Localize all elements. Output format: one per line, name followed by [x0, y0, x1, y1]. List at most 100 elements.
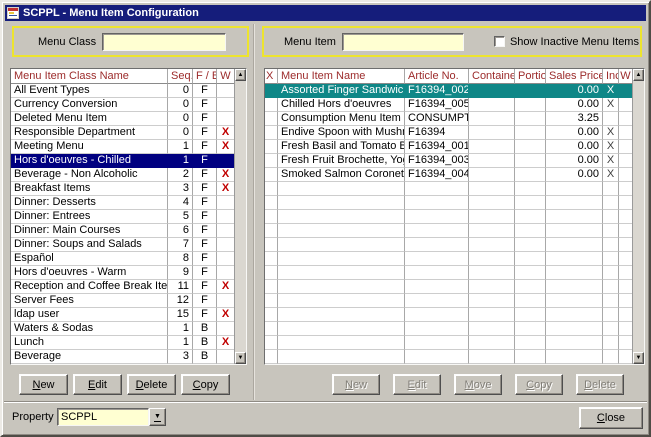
property-dropdown-button[interactable]: ▼ — [149, 408, 166, 426]
item-x-cell — [265, 336, 278, 350]
close-button[interactable]: Close — [579, 407, 643, 429]
item-portion-cell — [515, 266, 546, 280]
class-scroll-down-icon[interactable]: ▼ — [235, 352, 246, 364]
class-table-row[interactable]: All Event Types 0 F — [11, 84, 234, 98]
class-delete-button[interactable]: Delete — [127, 374, 176, 395]
class-w-cell — [217, 210, 234, 224]
class-scroll-up-icon[interactable]: ▲ — [235, 69, 246, 81]
class-table-row[interactable]: Dinner: Desserts 4 F — [11, 196, 234, 210]
item-table-row[interactable] — [265, 252, 632, 266]
class-table-body: All Event Types 0 F Currency Conversion … — [11, 84, 234, 364]
class-table-row[interactable]: Currency Conversion 0 F — [11, 98, 234, 112]
show-inactive-checkbox[interactable] — [494, 36, 505, 47]
item-table-row[interactable]: Smoked Salmon Coronet, Dill F16394_004 0… — [265, 168, 632, 182]
class-table-row[interactable]: Dinner: Entrees 5 F — [11, 210, 234, 224]
item-name-cell — [278, 266, 405, 280]
item-table-row[interactable] — [265, 210, 632, 224]
item-x-cell — [265, 140, 278, 154]
item-price-cell: 0.00 — [546, 168, 603, 182]
item-x-cell — [265, 350, 278, 364]
class-table-row[interactable]: Server Fees 12 F — [11, 294, 234, 308]
property-label: Property — [12, 411, 54, 423]
item-container-cell — [469, 224, 515, 238]
class-table-row[interactable]: Hors d'oeuvres - Chilled 1 F — [11, 154, 234, 168]
class-table-row[interactable]: Dinner: Soups and Salads 7 F — [11, 238, 234, 252]
item-scroll-up-icon[interactable]: ▲ — [633, 69, 644, 81]
item-col-inc: Inc — [603, 69, 619, 84]
item-price-cell — [546, 336, 603, 350]
class-edit-button[interactable]: Edit — [73, 374, 122, 395]
class-table-row[interactable]: Reception and Coffee Break Items 11 F X — [11, 280, 234, 294]
item-table-row[interactable]: Fresh Basil and Tomato Brusc F16394_001 … — [265, 140, 632, 154]
class-new-button[interactable]: New — [19, 374, 68, 395]
class-fb-cell: F — [193, 84, 217, 98]
item-w-cell — [619, 238, 632, 252]
item-table-row[interactable] — [265, 294, 632, 308]
item-x-cell — [265, 210, 278, 224]
item-table-row[interactable]: Endive Spoon with Mushroom I F16394 0.00… — [265, 126, 632, 140]
property-combo[interactable]: SCPPL — [57, 408, 149, 426]
class-table-row[interactable]: Beverage 3 B — [11, 350, 234, 364]
class-table-row[interactable]: Hors d'oeuvres - Warm 9 F — [11, 266, 234, 280]
item-table-row[interactable] — [265, 350, 632, 364]
class-table-row[interactable]: Español 8 F — [11, 252, 234, 266]
class-table-scrollbar[interactable]: ▲ ▼ — [234, 69, 246, 364]
item-table-row[interactable] — [265, 266, 632, 280]
item-article-cell — [405, 224, 469, 238]
item-container-cell — [469, 112, 515, 126]
item-table-row[interactable]: Assorted Finger Sandwiches F16394_002 0.… — [265, 84, 632, 98]
class-table-row[interactable]: Dinner: Main Courses 6 F — [11, 224, 234, 238]
item-table-row[interactable]: Chilled Hors d'oeuvres F16394_005 0.00 X — [265, 98, 632, 112]
class-table-row[interactable]: Breakfast Items 3 F X — [11, 182, 234, 196]
item-inc-cell — [603, 336, 619, 350]
item-article-cell — [405, 266, 469, 280]
item-table-row[interactable]: Fresh Fruit Brochette, Yogurt S F16394_0… — [265, 154, 632, 168]
class-table-row[interactable]: Responsible Department 0 F X — [11, 126, 234, 140]
class-table-row[interactable]: ldap user 15 F X — [11, 308, 234, 322]
item-x-cell — [265, 280, 278, 294]
item-table-row[interactable] — [265, 224, 632, 238]
item-article-cell: F16394_003 — [405, 154, 469, 168]
class-table-row[interactable]: Beverage - Non Alcoholic 2 F X — [11, 168, 234, 182]
class-table-row[interactable]: Meeting Menu 1 F X — [11, 140, 234, 154]
class-table-row[interactable]: Lunch 1 B X — [11, 336, 234, 350]
item-scroll-down-icon[interactable]: ▼ — [633, 352, 644, 364]
item-table-row[interactable] — [265, 196, 632, 210]
class-copy-button[interactable]: Copy — [181, 374, 230, 395]
item-article-cell — [405, 336, 469, 350]
class-w-cell — [217, 238, 234, 252]
class-seq-cell: 8 — [168, 252, 193, 266]
class-name-cell: Lunch — [11, 336, 168, 350]
class-name-cell: All Event Types — [11, 84, 168, 98]
class-name-cell: ldap user — [11, 308, 168, 322]
menu-item-input[interactable] — [342, 33, 464, 51]
item-table-row[interactable] — [265, 336, 632, 350]
class-table-row[interactable]: Waters & Sodas 1 B — [11, 322, 234, 336]
item-table-main: X Menu Item Name Article No. Container P… — [265, 69, 632, 364]
item-delete-button: Delete — [576, 374, 624, 395]
item-table-row[interactable]: Consumption Menu Item CONSUMPTION 3.25 — [265, 112, 632, 126]
item-table-row[interactable] — [265, 238, 632, 252]
item-w-cell — [619, 98, 632, 112]
item-article-cell — [405, 196, 469, 210]
item-name-cell: Chilled Hors d'oeuvres — [278, 98, 405, 112]
class-w-cell — [217, 266, 234, 280]
item-container-cell — [469, 210, 515, 224]
item-w-cell — [619, 196, 632, 210]
class-w-cell: X — [217, 140, 234, 154]
item-table-row[interactable] — [265, 280, 632, 294]
item-name-cell — [278, 224, 405, 238]
item-new-button: New — [332, 374, 380, 395]
item-portion-cell — [515, 336, 546, 350]
class-name-cell: Currency Conversion — [11, 98, 168, 112]
class-fb-cell: F — [193, 210, 217, 224]
menu-class-input[interactable] — [102, 33, 226, 51]
item-article-cell — [405, 182, 469, 196]
item-table-row[interactable] — [265, 182, 632, 196]
item-inc-cell — [603, 112, 619, 126]
item-table-scrollbar[interactable]: ▲ ▼ — [632, 69, 644, 364]
class-table-row[interactable]: Deleted Menu Item 0 F — [11, 112, 234, 126]
item-table-row[interactable] — [265, 308, 632, 322]
item-table-row[interactable] — [265, 322, 632, 336]
item-price-cell — [546, 322, 603, 336]
